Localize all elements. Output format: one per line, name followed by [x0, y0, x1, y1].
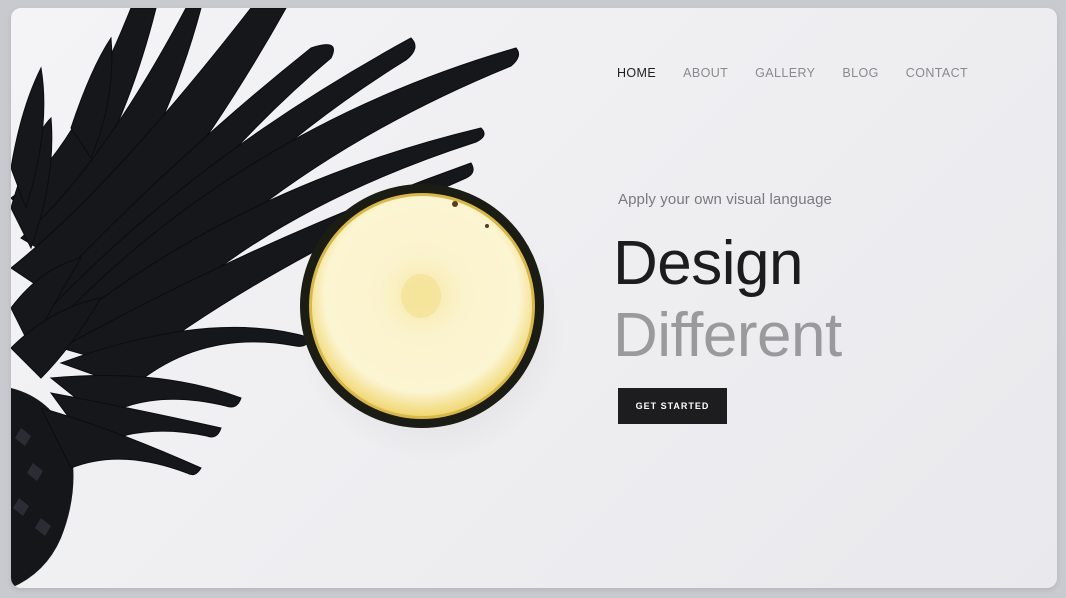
get-started-button[interactable]: GET STARTED — [618, 388, 727, 424]
nav-contact-link[interactable]: CONTACT — [906, 66, 968, 80]
hero-tagline: Apply your own visual language — [618, 191, 832, 208]
main-nav: HOME ABOUT GALLERY BLOG CONTACT — [617, 66, 995, 80]
nav-home-link[interactable]: HOME — [617, 66, 656, 80]
headline-line-1: Design — [613, 229, 803, 298]
nav-about-link[interactable]: ABOUT — [683, 66, 728, 80]
nav-gallery-link[interactable]: GALLERY — [755, 66, 815, 80]
nav-blog-link[interactable]: BLOG — [842, 66, 878, 80]
pineapple-slice — [300, 184, 544, 428]
pineapple-image — [11, 8, 566, 588]
hero-headline: Design Different — [613, 228, 842, 372]
landing-page: HOME ABOUT GALLERY BLOG CONTACT Apply yo… — [11, 8, 1057, 588]
headline-line-2: Different — [613, 301, 842, 370]
